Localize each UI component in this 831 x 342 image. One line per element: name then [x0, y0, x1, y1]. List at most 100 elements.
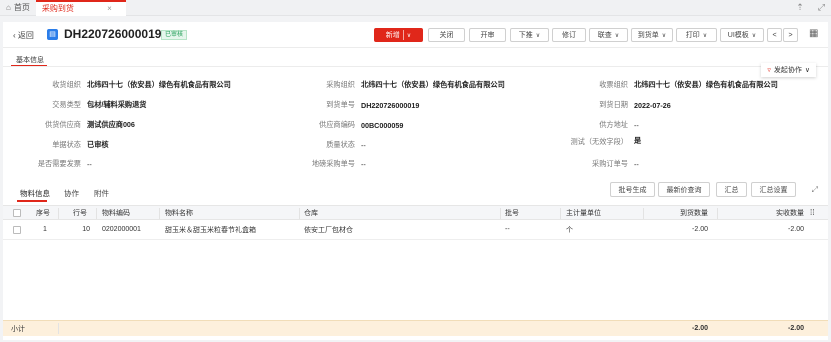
collaborate-button[interactable]: ▿ 发起协作 ∨ — [761, 63, 816, 77]
chevron-down-icon: ∨ — [702, 32, 708, 39]
fullscreen-icon[interactable]: ⤢ — [818, 2, 825, 13]
cell-batch: -- — [505, 226, 510, 233]
prev-button[interactable]: < — [767, 28, 782, 42]
chevron-down-icon: ∨ — [535, 32, 541, 39]
chevron-down-icon: ∨ — [614, 32, 620, 39]
col-material-code: 物料编码 — [102, 209, 130, 217]
tab-home[interactable]: ⌂ 首页 — [0, 0, 36, 16]
link-query-label: 联查 — [597, 32, 612, 39]
chevron-down-icon: ∨ — [804, 67, 810, 74]
title-bar: ‹ 返回 ▤ DH220726000019 已审核 新增 ∨ 关闭 开审 下推 ∨… — [3, 22, 828, 48]
field-purchase-order: 采购订单号 -- — [592, 159, 639, 169]
close-icon[interactable]: × — [107, 4, 112, 13]
summary-settings-label: 汇总设置 — [759, 186, 788, 194]
col-material-name: 物料名称 — [165, 209, 193, 217]
row-checkbox[interactable] — [13, 225, 21, 234]
subtotal-received-qty: -2.00 — [788, 325, 804, 332]
open-button-label: 开审 — [480, 32, 495, 39]
table-row[interactable]: 1 10 0202000001 甜玉米＆甜玉米粒春节礼盒箱 依安工厂包材仓 --… — [3, 220, 828, 240]
field-invoice-org: 收票组织 北纬四十七（依安县）绿色有机食品有限公司 — [599, 80, 778, 89]
tab-attachments[interactable]: 附件 — [94, 188, 109, 199]
expand-icon[interactable]: ⤢ — [812, 185, 818, 195]
modify-button[interactable]: 修订 — [552, 28, 586, 42]
field-weighbridge-number: 地磅采购单号 -- — [311, 159, 366, 169]
field-doc-status: 单据状态 已审核 — [52, 140, 109, 149]
field-test-invalid: 测试（无效字段）是 — [570, 136, 642, 146]
add-button[interactable]: 新增 ∨ — [374, 28, 423, 42]
col-arrival-qty: 到货数量 — [680, 209, 708, 217]
calendar-icon[interactable]: ▦ — [809, 28, 818, 39]
col-seq: 序号 — [36, 209, 50, 217]
section-title-basic-info[interactable]: 基本信息 — [16, 55, 44, 65]
cell-seq: 1 — [43, 226, 47, 233]
col-warehouse: 仓库 — [304, 209, 318, 217]
pin-icon[interactable]: ⇡ — [796, 2, 804, 13]
filter-icon: ▿ — [767, 67, 771, 74]
field-receiving-org: 收货组织 北纬四十七（依安县）绿色有机食品有限公司 — [52, 80, 231, 89]
goto-doc-button[interactable]: 到货单 ∨ — [631, 28, 673, 42]
summary-label: 汇总 — [724, 186, 739, 194]
field-purchasing-org: 采购组织 北纬四十七（依安县）绿色有机食品有限公司 — [326, 80, 505, 89]
subtotal-label: 小计 — [11, 325, 25, 333]
close-button[interactable]: 关闭 — [428, 28, 465, 42]
field-invoice-required: 是否需要发票 -- — [37, 159, 92, 169]
back-label: 返回 — [17, 31, 34, 40]
print-button[interactable]: 打印 ∨ — [676, 28, 717, 42]
home-icon: ⌂ — [6, 3, 11, 12]
link-query-button[interactable]: 联查 ∨ — [589, 28, 628, 42]
next-label: > — [788, 31, 793, 39]
cell-warehouse: 依安工厂包材仓 — [304, 226, 353, 234]
cell-line-no: 10 — [82, 226, 90, 233]
col-batch: 批号 — [505, 209, 519, 217]
chevron-down-icon[interactable]: ∨ — [407, 32, 411, 39]
latest-price-button[interactable]: 最新价查询 — [658, 182, 710, 197]
ui-template-button[interactable]: UI模板 ∨ — [720, 28, 764, 42]
tab-home-label: 首页 — [13, 3, 30, 12]
back-button[interactable]: ‹ 返回 — [13, 30, 34, 41]
field-supplier: 供货供应商 测试供应商006 — [45, 120, 135, 129]
chevron-down-icon: ∨ — [661, 32, 667, 39]
batch-generate-button[interactable]: 批号生成 — [610, 182, 655, 197]
select-all-checkbox[interactable] — [13, 208, 21, 217]
column-settings-icon[interactable]: ⁞⁞ — [810, 206, 814, 219]
status-badge: 已审核 — [161, 30, 188, 40]
push-down-button[interactable]: 下推 ∨ — [510, 28, 549, 42]
cell-material-name: 甜玉米＆甜玉米粒春节礼盒箱 — [165, 226, 256, 234]
field-supplier-code: 供应商编码 00BC000059 — [319, 120, 404, 130]
document-card: ‹ 返回 ▤ DH220726000019 已审核 新增 ∨ 关闭 开审 下推 ∨… — [3, 22, 828, 340]
tab-purchase-arrival-label: 采购到货 — [41, 4, 74, 13]
goto-doc-label: 到货单 — [637, 32, 659, 39]
modify-label: 修订 — [562, 32, 576, 39]
field-arrival-date: 到货日期 2022-07-26 — [599, 100, 671, 110]
ui-template-label: UI模板 — [727, 32, 749, 39]
col-unit: 主计量单位 — [566, 209, 601, 217]
active-tab-underline — [17, 200, 47, 202]
chevron-down-icon: ∨ — [751, 32, 757, 39]
add-button-label: 新增 — [385, 32, 400, 39]
batch-generate-label: 批号生成 — [618, 186, 647, 194]
cell-unit: 个 — [566, 226, 573, 234]
field-quality-status: 质量状态 -- — [326, 140, 366, 150]
latest-price-label: 最新价查询 — [666, 186, 702, 194]
push-down-label: 下推 — [518, 32, 533, 39]
tab-strip: ⌂ 首页 采购到货 × ⇡ ⤢ — [0, 0, 831, 16]
document-icon: ▤ — [47, 29, 58, 40]
table-header: 序号 行号 物料编码 物料名称 仓库 批号 主计量单位 到货数量 实收数量 ⁞⁞ — [3, 205, 828, 220]
open-button[interactable]: 开审 — [469, 28, 506, 42]
close-button-label: 关闭 — [439, 32, 454, 39]
summary-button[interactable]: 汇总 — [716, 182, 747, 197]
tab-material-info[interactable]: 物料信息 — [20, 188, 50, 199]
tab-purchase-arrival[interactable]: 采购到货 × — [35, 0, 126, 16]
prev-label: < — [772, 31, 777, 39]
field-transaction-type: 交易类型 包材/辅料采购退货 — [52, 100, 147, 109]
collaborate-label: 发起协作 — [773, 67, 802, 74]
field-supplier-address: 供方地址 -- — [599, 120, 639, 130]
next-button[interactable]: > — [783, 28, 798, 42]
summary-settings-button[interactable]: 汇总设置 — [751, 182, 796, 197]
document-number: DH220726000019 — [64, 27, 162, 41]
cell-received-qty: -2.00 — [788, 226, 804, 233]
subtotal-arrival-qty: -2.00 — [692, 325, 708, 332]
cell-arrival-qty: -2.00 — [692, 226, 708, 233]
subtotal-row: 小计 -2.00 -2.00 — [3, 320, 828, 336]
tab-collaboration[interactable]: 协作 — [64, 188, 79, 199]
